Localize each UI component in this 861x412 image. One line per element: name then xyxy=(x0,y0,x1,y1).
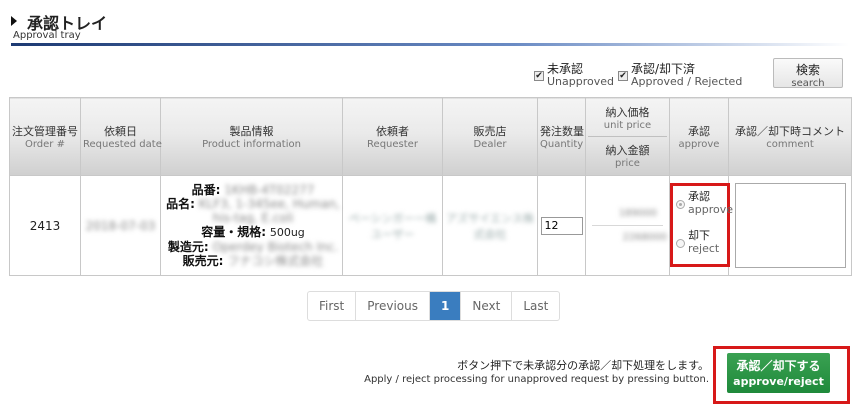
submit-button-label: 承認／却下する xyxy=(736,359,821,373)
pagination-next[interactable]: Next xyxy=(460,292,511,320)
pagination-first[interactable]: First xyxy=(308,292,355,320)
col-dealer-jp: 販売店 xyxy=(473,125,507,138)
col-requester-jp: 依頼者 xyxy=(376,125,409,138)
submit-highlight-frame: 承認／却下する approve/reject xyxy=(713,346,850,404)
col-approve: 承認 approve xyxy=(669,97,729,176)
size-label: 容量・規格: xyxy=(201,225,267,239)
unapproved-checkbox[interactable]: ✔ xyxy=(534,71,544,81)
size-value: 500ug xyxy=(269,226,305,239)
search-button[interactable]: 検索 search xyxy=(773,58,843,89)
pagination: First Previous 1 Next Last xyxy=(307,291,561,321)
col-comment-en: comment xyxy=(766,139,814,150)
product-info-cell: 品番: 1KHB-4T02277 品名: KLF3, 1-345ee, Huma… xyxy=(160,175,343,276)
col-dealer: 販売店 Dealer xyxy=(442,97,538,176)
submit-button-sublabel: approve/reject xyxy=(733,375,824,388)
quantity-input[interactable] xyxy=(540,216,583,235)
quantity-cell xyxy=(537,175,586,276)
approved-rejected-checkbox[interactable]: ✔ xyxy=(618,71,628,81)
approve-reject-radio-group: 承認 approve 却下 reject xyxy=(670,183,733,267)
col-requested-date: 依頼日 Requested date xyxy=(80,97,162,176)
col-requester-en: Requester xyxy=(367,139,418,150)
filter-approved-rejected-sublabel: Approved / Rejected xyxy=(631,75,743,88)
col-requested-date-jp: 依頼日 xyxy=(104,125,137,138)
col-approve-jp: 承認 xyxy=(688,125,710,138)
reject-radio-sublabel: reject xyxy=(688,242,720,255)
filter-unapproved-sublabel: Unapproved xyxy=(547,75,614,88)
col-quantity-jp: 発注数量 xyxy=(540,125,584,138)
col-approve-en: approve xyxy=(678,139,720,150)
col-order-no-en: Order # xyxy=(25,139,65,150)
col-product-info-jp: 製品情報 xyxy=(229,125,274,138)
col-requester: 依頼者 Requester xyxy=(342,97,443,176)
search-button-sublabel: search xyxy=(791,78,825,89)
footer-note-en: Apply / reject processing for unapproved… xyxy=(364,374,709,385)
total-price-area: 2268000 xyxy=(586,226,669,275)
page-subtitle: Approval tray xyxy=(13,30,81,41)
seller-label: 販売元: xyxy=(182,254,224,268)
product-name-value-2: his-tag, E.coli xyxy=(212,211,294,225)
dealer-cell: アズサイエンス株 式会社 xyxy=(442,175,538,276)
unit-price-area: 189000 xyxy=(592,176,663,226)
search-button-label: 検索 xyxy=(795,63,820,77)
col-unit-price-en: unit price xyxy=(603,119,652,131)
pagination-last[interactable]: Last xyxy=(511,292,559,320)
requester-line1: ペーシンガー一桶 xyxy=(348,211,437,225)
approve-radio-sublabel: approve xyxy=(688,203,733,216)
approve-radio[interactable] xyxy=(676,200,685,209)
col-unit-price-jp: 納入価格 xyxy=(605,105,650,119)
col-requested-date-en: Requested date xyxy=(83,139,162,150)
reject-radio[interactable] xyxy=(676,239,685,248)
col-product-info-en: Product information xyxy=(202,139,301,150)
comment-cell xyxy=(728,175,852,276)
approve-radio-label: 承認 xyxy=(688,190,710,203)
order-no-cell: 2413 xyxy=(9,175,81,276)
col-order-no-jp: 注文管理番号 xyxy=(12,125,78,138)
title-divider xyxy=(11,43,849,46)
table-header-row: 注文管理番号 Order # 依頼日 Requested date 製品情報 P… xyxy=(9,97,852,176)
item-no-label: 品番: xyxy=(191,183,221,197)
dealer-line2: 式会社 xyxy=(473,227,507,241)
seller-value: フナコシ株式会社 xyxy=(227,254,324,268)
col-quantity-en: Quantity xyxy=(540,139,584,150)
requested-date-value: 2018-07-03 xyxy=(85,218,156,233)
title-arrow-icon xyxy=(11,16,17,26)
total-price-value: 2268000 xyxy=(622,232,667,243)
col-comment-jp: 承認／却下時コメント xyxy=(735,125,845,138)
footer-note: ボタン押下で未承認分の承認／却下処理をします。 Apply / reject p… xyxy=(364,357,709,385)
col-price: 納入価格 unit price 納入金額 price xyxy=(585,97,670,176)
comment-textarea[interactable] xyxy=(734,183,846,268)
maker-label: 製造元: xyxy=(167,240,209,254)
item-no-value: 1KHB-4T02277 xyxy=(224,183,315,197)
col-quantity: 発注数量 Quantity xyxy=(537,97,586,176)
col-unit-price: 納入価格 unit price xyxy=(588,99,667,137)
pagination-previous[interactable]: Previous xyxy=(355,292,429,320)
col-total-price-jp: 納入金額 xyxy=(605,144,650,157)
reject-radio-label: 却下 xyxy=(688,229,710,242)
col-total-price: 納入金額 price xyxy=(588,137,667,175)
unit-price-value: 189000 xyxy=(618,208,657,219)
requester-cell: ペーシンガー一桶 ユーザー xyxy=(342,175,443,276)
col-total-price-en: price xyxy=(615,158,640,169)
product-name-value: KLF3, 1-345ee, Human, xyxy=(198,197,340,211)
requested-date-cell: 2018-07-03 xyxy=(80,175,161,276)
dealer-line1: アズサイエンス株 xyxy=(446,211,534,225)
footer-note-jp: ボタン押下で未承認分の承認／却下処理をします。 xyxy=(457,359,709,372)
col-product-info: 製品情報 Product information xyxy=(160,97,343,176)
product-name-label: 品名: xyxy=(166,197,195,211)
col-comment: 承認／却下時コメント comment xyxy=(728,97,852,176)
col-dealer-en: Dealer xyxy=(473,139,507,150)
col-order-no: 注文管理番号 Order # xyxy=(9,97,81,176)
requester-line2: ユーザー xyxy=(370,227,415,241)
price-cell: 189000 2268000 xyxy=(585,175,670,276)
maker-value: Operdey Biotech Inc. xyxy=(212,240,339,254)
pagination-current-page[interactable]: 1 xyxy=(428,292,461,320)
approve-reject-submit-button[interactable]: 承認／却下する approve/reject xyxy=(727,353,830,393)
